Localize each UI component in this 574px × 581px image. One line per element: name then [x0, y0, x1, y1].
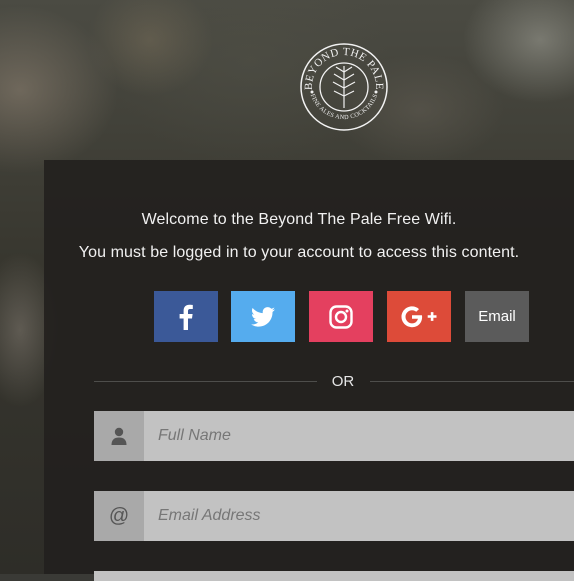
- at-icon: @: [94, 491, 144, 541]
- full-name-input[interactable]: [144, 411, 574, 461]
- twitter-icon: [251, 306, 275, 327]
- instagram-icon: [329, 304, 353, 329]
- email-button-label: Email: [478, 308, 516, 325]
- google-plus-icon: [401, 305, 437, 327]
- facebook-login-button[interactable]: [154, 291, 218, 342]
- instagram-login-button[interactable]: [309, 291, 373, 342]
- email-address-field: @: [94, 491, 574, 541]
- login-instruction: You must be logged in to your account to…: [78, 244, 520, 261]
- email-address-input[interactable]: [144, 491, 574, 541]
- user-icon: [94, 411, 144, 461]
- beyond-the-pale-logo: BEYOND THE PALE FINE ALES AND COCKTAILS: [299, 42, 389, 132]
- google-plus-login-button[interactable]: [387, 291, 451, 342]
- twitter-login-button[interactable]: [231, 291, 295, 342]
- welcome-heading: Welcome to the Beyond The Pale Free Wifi…: [141, 211, 457, 228]
- facebook-icon: [179, 304, 193, 330]
- next-field[interactable]: [94, 571, 574, 581]
- divider-line-right: [370, 381, 574, 382]
- divider-line-left: [94, 381, 317, 382]
- full-name-field: [94, 411, 574, 461]
- email-login-button[interactable]: Email: [465, 291, 529, 342]
- or-divider-label: OR: [331, 373, 355, 390]
